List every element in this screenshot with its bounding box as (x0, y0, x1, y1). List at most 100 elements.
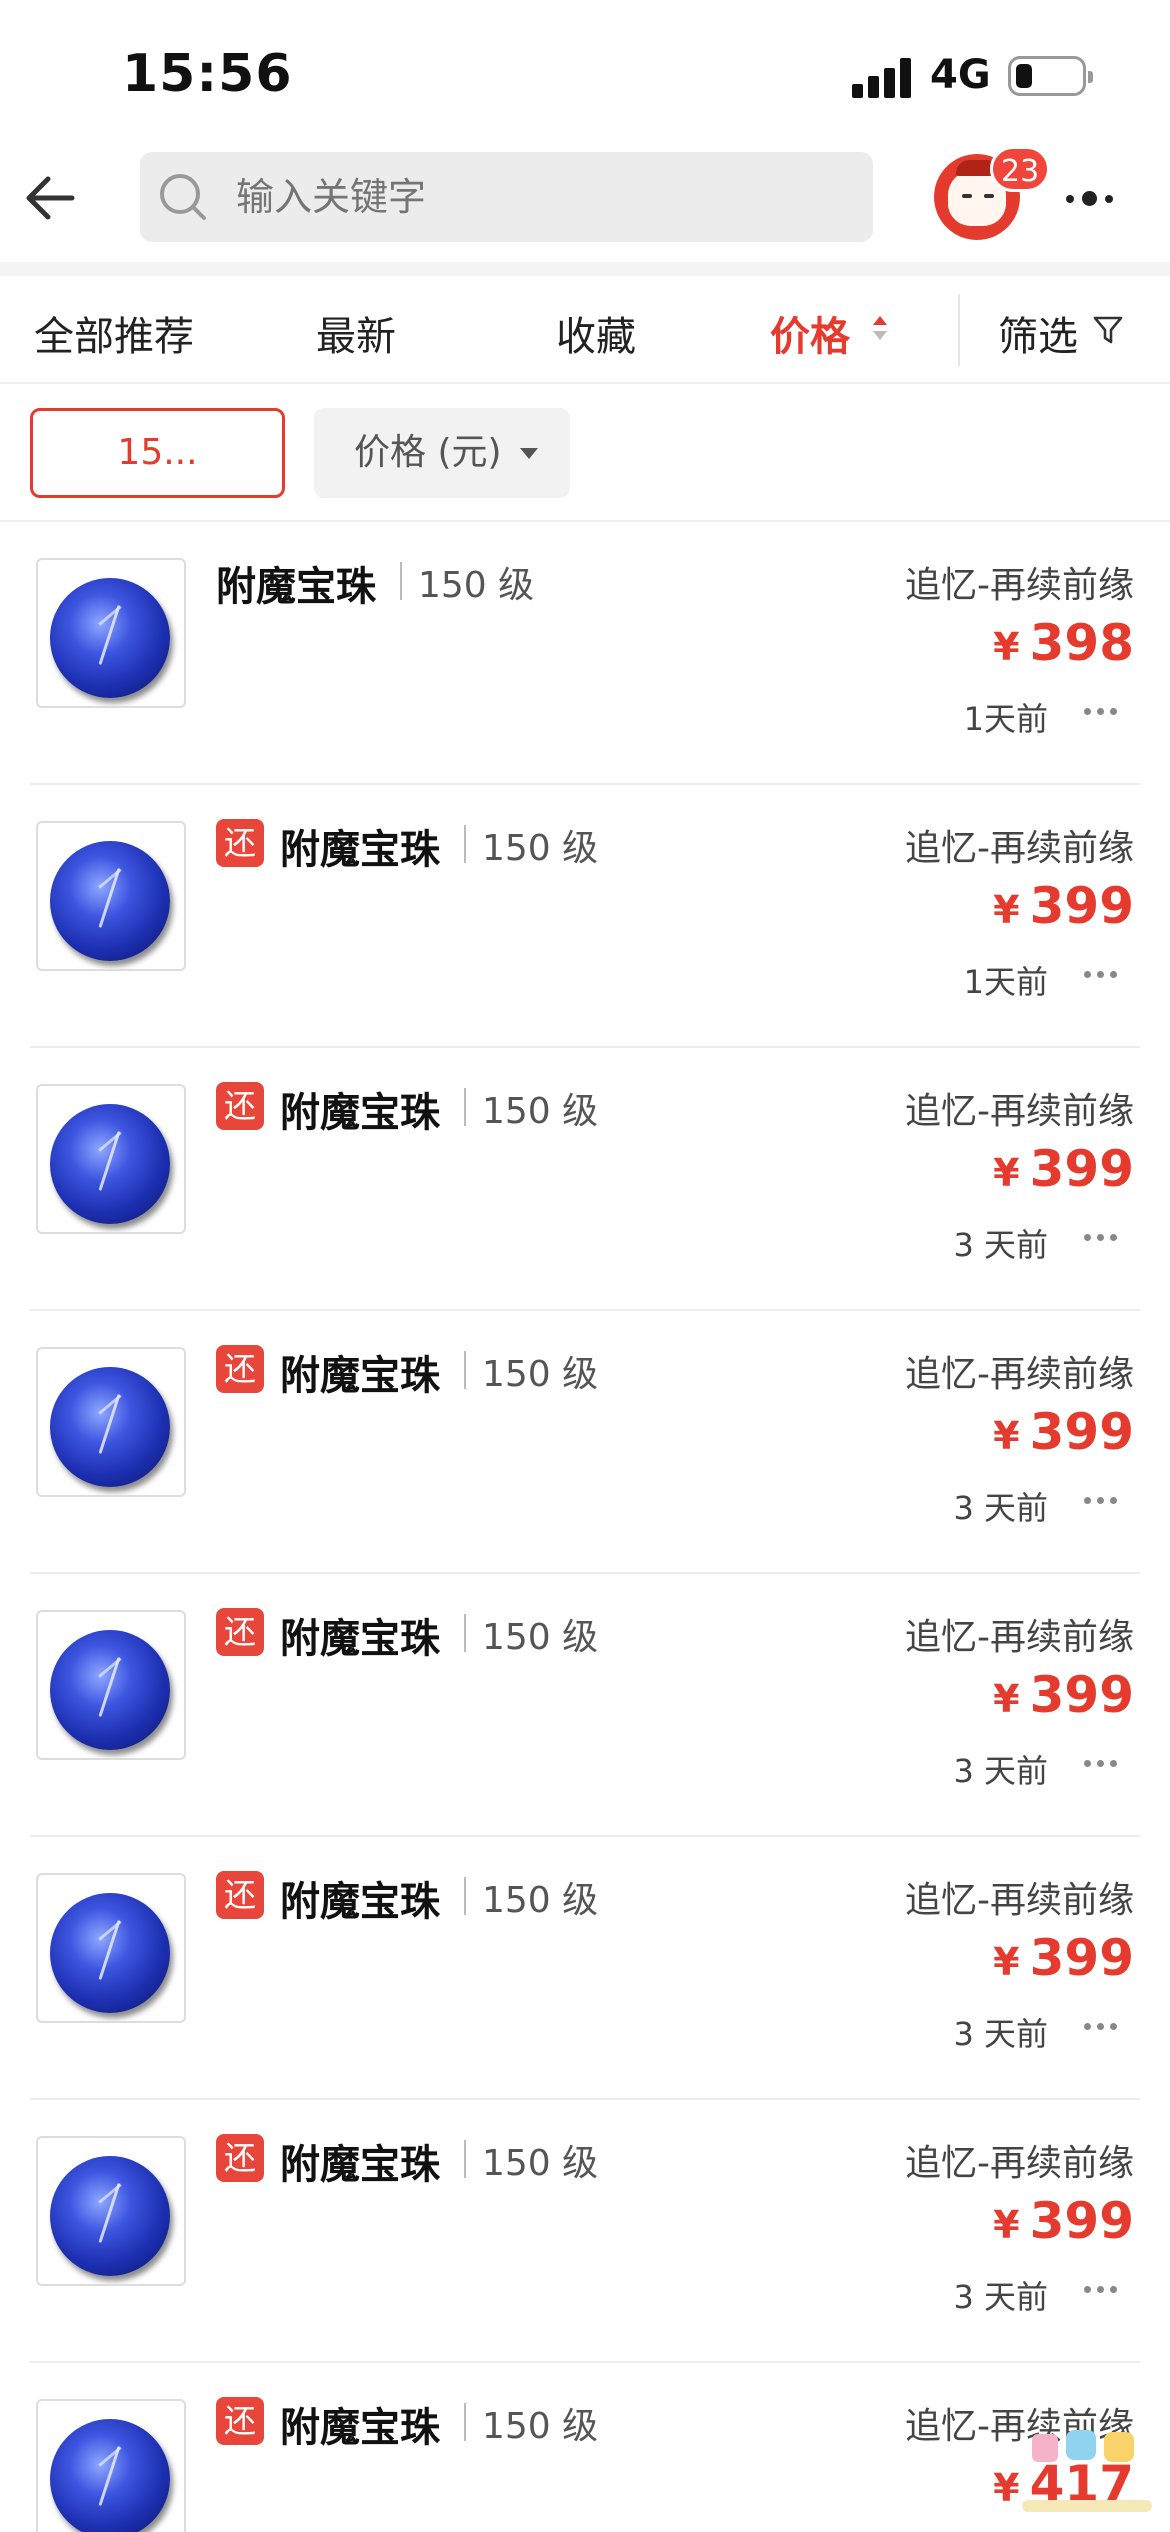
item-thumbnail (36, 1347, 186, 1497)
item-thumbnail (36, 1873, 186, 2023)
return-tag: 还 (216, 1608, 264, 1656)
item-name: 附魔宝珠 (280, 1616, 440, 1662)
item-name: 附魔宝珠 (280, 2405, 440, 2451)
list-item[interactable]: 还 附魔宝珠 150 级 追忆-再续前缘 ¥417 (0, 2363, 1170, 2532)
item-server: 追忆-再续前缘 (905, 828, 1134, 869)
item-divider (464, 1877, 466, 1915)
more-dots-icon[interactable] (1084, 708, 1118, 716)
item-server: 追忆-再续前缘 (905, 2143, 1134, 2184)
item-thumbnail (36, 2136, 186, 2286)
item-thumbnail (36, 2399, 186, 2532)
more-dots-icon[interactable] (1084, 1234, 1118, 1242)
item-thumbnail (36, 1084, 186, 1234)
chevron-down-icon (520, 448, 538, 459)
item-thumbnail (36, 558, 186, 708)
sort-arrows-icon (873, 316, 887, 340)
tab-favorites[interactable]: 收藏 (556, 304, 636, 362)
more-dots-icon[interactable] (1060, 180, 1130, 216)
orb-icon (50, 2156, 170, 2276)
item-server: 追忆-再续前缘 (905, 1880, 1134, 1921)
tab-price[interactable]: 价格 (770, 304, 887, 362)
item-server: 追忆-再续前缘 (905, 1091, 1134, 1132)
item-name: 附魔宝珠 (280, 827, 440, 873)
return-tag: 还 (216, 1871, 264, 1919)
item-price: ¥399 (993, 1403, 1134, 1461)
tab-filter[interactable]: 筛选 (998, 304, 1123, 362)
status-time: 15:56 (122, 44, 293, 104)
item-divider (464, 1088, 466, 1126)
item-price: ¥399 (993, 877, 1134, 935)
return-tag: 还 (216, 1082, 264, 1130)
search-input[interactable] (236, 152, 836, 242)
item-divider (464, 1614, 466, 1652)
item-level: 150 级 (482, 1091, 599, 1132)
return-tag: 还 (216, 1345, 264, 1393)
item-level: 150 级 (482, 828, 599, 869)
item-name: 附魔宝珠 (216, 564, 376, 610)
item-thumbnail (36, 1610, 186, 1760)
signal-icon (852, 58, 914, 98)
item-divider (464, 825, 466, 863)
item-level: 150 级 (482, 1880, 599, 1921)
orb-icon (50, 578, 170, 698)
list-item[interactable]: 附魔宝珠 150 级 追忆-再续前缘 ¥398 1天前 (0, 522, 1170, 785)
notification-badge: 23 (990, 146, 1051, 192)
more-dots-icon[interactable] (1084, 1760, 1118, 1768)
item-price: ¥399 (993, 1140, 1134, 1198)
item-divider (464, 2403, 466, 2441)
list-item[interactable]: 还 附魔宝珠 150 级 追忆-再续前缘 ¥399 3 天前 (0, 1837, 1170, 2100)
item-thumbnail (36, 821, 186, 971)
item-level: 150 级 (482, 2406, 599, 2447)
list-item[interactable]: 还 附魔宝珠 150 级 追忆-再续前缘 ¥399 3 天前 (0, 2100, 1170, 2363)
item-name: 附魔宝珠 (280, 1879, 440, 1925)
top-nav: 23 (0, 146, 1170, 262)
watermark-logo (1022, 2430, 1152, 2512)
network-type: 4G (930, 52, 991, 98)
list-item[interactable]: 还 附魔宝珠 150 级 追忆-再续前缘 ¥399 3 天前 (0, 1574, 1170, 1837)
item-divider (464, 1351, 466, 1389)
orb-icon (50, 841, 170, 961)
item-name: 附魔宝珠 (280, 1353, 440, 1399)
search-bar[interactable] (140, 152, 873, 242)
item-time: 1天前 (963, 963, 1048, 1001)
return-tag: 还 (216, 2397, 264, 2445)
header-divider (0, 262, 1170, 276)
more-dots-icon[interactable] (1084, 2286, 1118, 2294)
orb-icon (50, 1104, 170, 1224)
item-divider (464, 2140, 466, 2178)
item-time: 3 天前 (953, 2015, 1048, 2053)
item-time: 3 天前 (953, 2278, 1048, 2316)
item-server: 追忆-再续前缘 (905, 565, 1134, 606)
funnel-icon (1093, 316, 1123, 344)
tab-all-recommended[interactable]: 全部推荐 (34, 304, 194, 362)
more-dots-icon[interactable] (1084, 1497, 1118, 1505)
battery-icon (1008, 56, 1093, 96)
orb-icon (50, 1630, 170, 1750)
more-dots-icon[interactable] (1084, 971, 1118, 979)
price-unit-label: 价格 (元) (354, 432, 502, 473)
item-time: 3 天前 (953, 1226, 1048, 1264)
more-dots-icon[interactable] (1084, 2023, 1118, 2031)
list-item[interactable]: 还 附魔宝珠 150 级 追忆-再续前缘 ¥399 3 天前 (0, 1048, 1170, 1311)
list-item[interactable]: 还 附魔宝珠 150 级 追忆-再续前缘 ¥399 3 天前 (0, 1311, 1170, 1574)
list-item[interactable]: 还 附魔宝珠 150 级 追忆-再续前缘 ¥399 1天前 (0, 785, 1170, 1048)
item-server: 追忆-再续前缘 (905, 1617, 1134, 1658)
price-range-chip[interactable]: 15... (30, 408, 285, 498)
item-level: 150 级 (482, 1354, 599, 1395)
tab-newest[interactable]: 最新 (316, 304, 396, 362)
tab-price-label: 价格 (770, 314, 850, 360)
item-time: 1天前 (963, 700, 1048, 738)
item-level: 150 级 (482, 1617, 599, 1658)
search-icon (160, 174, 206, 220)
arrow-left-icon[interactable] (22, 168, 82, 228)
return-tag: 还 (216, 819, 264, 867)
tab-filter-label: 筛选 (998, 314, 1078, 360)
item-time: 3 天前 (953, 1752, 1048, 1790)
return-tag: 还 (216, 2134, 264, 2182)
orb-icon (50, 2419, 170, 2532)
item-price: ¥399 (993, 2192, 1134, 2250)
item-name: 附魔宝珠 (280, 2142, 440, 2188)
price-unit-dropdown[interactable]: 价格 (元) (314, 408, 570, 498)
orb-icon (50, 1893, 170, 2013)
item-name: 附魔宝珠 (280, 1090, 440, 1136)
